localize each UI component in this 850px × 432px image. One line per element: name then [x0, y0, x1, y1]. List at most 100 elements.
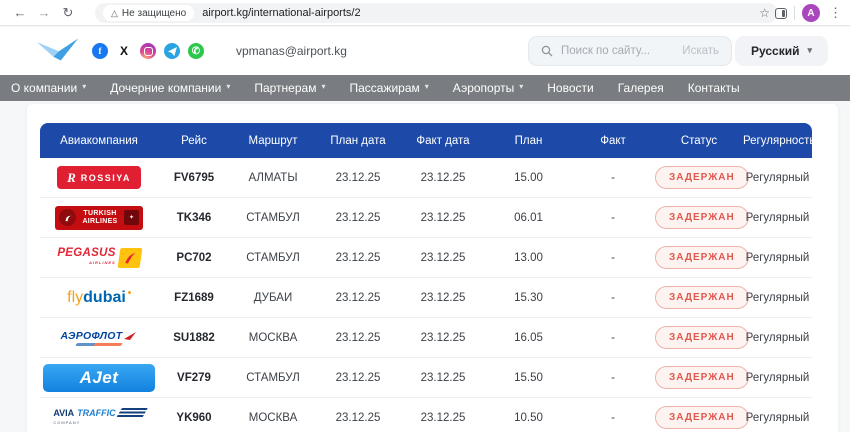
regularity: Регулярный — [743, 332, 812, 344]
fact-date: 23.12.25 — [400, 212, 486, 224]
airline-logo-cell: R ROSSIYA — [40, 166, 158, 189]
plan-time: 15.30 — [486, 292, 571, 304]
status-cell: ЗАДЕРЖАН — [655, 246, 743, 269]
whatsapp-icon[interactable]: ✆ — [188, 43, 204, 59]
page: ← → ↻ △ Не защищено airport.kg/internati… — [0, 0, 850, 432]
airport-logo[interactable] — [36, 36, 80, 67]
table-row: PEGASUSAIRLINES PC702 СТАМБУЛ 23.12.25 2… — [40, 238, 812, 278]
fact-time: - — [571, 172, 655, 184]
status-cell: ЗАДЕРЖАН — [655, 206, 743, 229]
plan-time: 16.05 — [486, 332, 571, 344]
chevron-down-icon: ▾ — [321, 83, 325, 91]
nav-item-5[interactable]: Новости — [547, 81, 593, 95]
status-badge: ЗАДЕРЖАН — [655, 406, 749, 429]
status-cell: ЗАДЕРЖАН — [655, 366, 743, 389]
nav-item-4[interactable]: Аэропорты ▾ — [453, 81, 523, 95]
avia-traffic-flag-icon — [116, 408, 148, 418]
side-panel-icon[interactable] — [775, 8, 787, 19]
column-header: Регулярность — [743, 135, 815, 147]
security-badge-label: Не защищено — [122, 8, 186, 19]
table-body: R ROSSIYA FV6795 АЛМАТЫ 23.12.25 23.12.2… — [40, 158, 812, 432]
flight-number: TK346 — [158, 212, 230, 224]
nav-item-6[interactable]: Галерея — [618, 81, 664, 95]
table-row: АЭРОФЛОТ SU1882 МОСКВА 23.12.25 23.12.25… — [40, 318, 812, 358]
fact-time: - — [571, 332, 655, 344]
flight-number: FZ1689 — [158, 292, 230, 304]
airline-logo-cell: АЭРОФЛОТ — [40, 330, 158, 346]
status-badge: ЗАДЕРЖАН — [655, 326, 749, 349]
pegasus-logo: PEGASUSAIRLINES — [57, 248, 140, 268]
bookmark-star-icon[interactable]: ☆ — [759, 6, 770, 20]
chevron-down-icon: ▾ — [519, 83, 523, 91]
facebook-icon[interactable]: f — [92, 43, 108, 59]
plan-time: 10.50 — [486, 412, 571, 424]
nav-item-7[interactable]: Контакты — [688, 81, 740, 95]
regularity: Регулярный — [743, 252, 812, 264]
route: ДУБАИ — [230, 292, 316, 304]
social-links: f X ✆ — [92, 43, 204, 59]
url-text[interactable]: airport.kg/international-airports/2 — [202, 7, 751, 19]
flight-number: YK960 — [158, 412, 230, 424]
instagram-icon[interactable] — [140, 43, 156, 59]
route: АЛМАТЫ — [230, 172, 316, 184]
table-row: TURKISHAIRLINES ✦ TK346 СТАМБУЛ 23.12.25… — [40, 198, 812, 238]
nav-item-0[interactable]: О компании ▾ — [11, 81, 86, 95]
route: СТАМБУЛ — [230, 252, 316, 264]
flight-number: SU1882 — [158, 332, 230, 344]
plan-date: 23.12.25 — [316, 172, 400, 184]
status-cell: ЗАДЕРЖАН — [655, 406, 743, 429]
column-header: Авиакомпания — [40, 135, 158, 147]
aeroflot-logo: АЭРОФЛОТ — [61, 330, 138, 346]
table-row: fly dubai FZ1689 ДУБАИ 23.12.25 23.12.25… — [40, 278, 812, 318]
nav-item-3[interactable]: Пассажирам ▾ — [349, 81, 428, 95]
search-input[interactable] — [561, 45, 674, 57]
browser-toolbar: ← → ↻ △ Не защищено airport.kg/internati… — [0, 0, 850, 26]
fact-date: 23.12.25 — [400, 372, 486, 384]
nav-item-2[interactable]: Партнерам ▾ — [254, 81, 325, 95]
fact-time: - — [571, 372, 655, 384]
rossiya-mark-icon: R — [67, 170, 76, 186]
regularity: Регулярный — [743, 412, 812, 424]
fact-time: - — [571, 212, 655, 224]
site-header: f X ✆ vpmanas@airport.kg Искать Русский … — [0, 27, 850, 75]
regularity: Регулярный — [743, 172, 812, 184]
telegram-icon[interactable] — [164, 43, 180, 59]
table-header-row: АвиакомпанияРейсМаршрутПлан датаФакт дат… — [40, 123, 812, 158]
browser-back-icon[interactable]: ← — [8, 5, 32, 20]
profile-avatar[interactable]: A — [802, 4, 820, 22]
status-badge: ЗАДЕРЖАН — [655, 286, 749, 309]
browser-menu-icon[interactable]: ⋮ — [827, 5, 844, 21]
status-cell: ЗАДЕРЖАН — [655, 166, 743, 189]
nav-item-1[interactable]: Дочерние компании ▾ — [110, 81, 230, 95]
column-header: План дата — [316, 135, 400, 147]
flydubai-logo: fly dubai — [67, 289, 131, 307]
language-selector[interactable]: Русский ▾ — [735, 36, 828, 66]
plan-time: 15.00 — [486, 172, 571, 184]
turkish-airlines-logo: TURKISHAIRLINES ✦ — [55, 206, 143, 230]
fact-time: - — [571, 292, 655, 304]
chevron-down-icon: ▾ — [82, 83, 86, 91]
column-header: План — [486, 135, 571, 147]
divider — [794, 6, 795, 20]
x-icon[interactable]: X — [116, 43, 132, 59]
airline-logo-cell: TURKISHAIRLINES ✦ — [40, 206, 158, 230]
route: МОСКВА — [230, 412, 316, 424]
plan-time: 13.00 — [486, 252, 571, 264]
column-header: Маршрут — [230, 135, 316, 147]
search-icon — [541, 45, 553, 57]
contact-email[interactable]: vpmanas@airport.kg — [236, 44, 347, 58]
address-bar[interactable]: △ Не защищено airport.kg/international-a… — [95, 3, 778, 23]
pegasus-wing-icon — [117, 248, 142, 268]
search-button[interactable]: Искать — [682, 45, 719, 57]
security-badge[interactable]: △ Не защищено — [103, 5, 194, 21]
regularity: Регулярный — [743, 292, 812, 304]
chevron-down-icon: ▾ — [807, 46, 812, 55]
ajet-logo: AJet — [43, 364, 155, 392]
status-badge: ЗАДЕРЖАН — [655, 246, 749, 269]
flight-number: FV6795 — [158, 172, 230, 184]
browser-reload-icon[interactable]: ↻ — [56, 5, 80, 21]
browser-forward-icon[interactable]: → — [32, 5, 56, 20]
plan-time: 15.50 — [486, 372, 571, 384]
airline-logo-cell: PEGASUSAIRLINES — [40, 248, 158, 268]
fact-date: 23.12.25 — [400, 172, 486, 184]
